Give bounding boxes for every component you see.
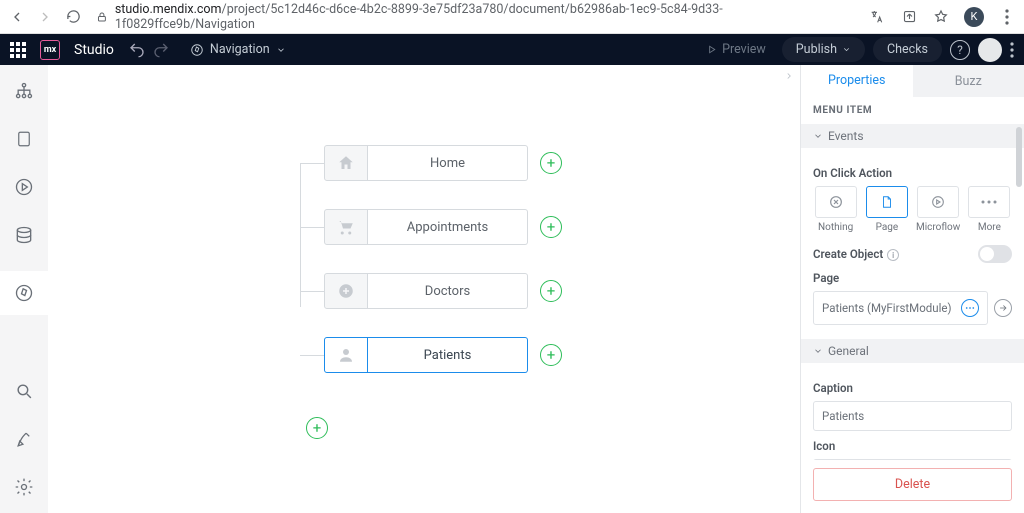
- action-microflow[interactable]: Microflow: [916, 186, 961, 233]
- collapse-panel-handle[interactable]: [784, 69, 798, 89]
- studio-label: Studio: [74, 42, 114, 58]
- breadcrumb[interactable]: Navigation: [190, 42, 286, 57]
- action-more[interactable]: More: [967, 186, 1012, 233]
- nav-item-home[interactable]: Home +: [324, 145, 562, 181]
- plus-circle-icon: [324, 273, 368, 309]
- chevron-down-icon: [842, 45, 851, 54]
- left-rail: [0, 65, 48, 513]
- help-button[interactable]: ?: [950, 40, 970, 60]
- page-selector[interactable]: Patients (MyFirstModule) ⋯: [813, 291, 988, 325]
- user-icon: [324, 337, 368, 373]
- rail-structure-icon[interactable]: [12, 79, 36, 103]
- add-child-button[interactable]: +: [540, 280, 562, 302]
- nav-item-doctors[interactable]: Doctors +: [324, 273, 562, 309]
- section-general[interactable]: General: [801, 339, 1024, 363]
- preview-button[interactable]: Preview: [698, 37, 774, 62]
- delete-button[interactable]: Delete: [813, 468, 1012, 501]
- browser-forward-button[interactable]: [36, 8, 54, 26]
- browser-menu-icon[interactable]: [998, 8, 1016, 26]
- rail-theme-icon[interactable]: [12, 427, 36, 451]
- rail-settings-icon[interactable]: [12, 475, 36, 499]
- add-child-button[interactable]: +: [540, 216, 562, 238]
- nav-item-appointments[interactable]: Appointments +: [324, 209, 562, 245]
- goto-page-button[interactable]: [994, 299, 1012, 317]
- rail-navigation-icon[interactable]: [0, 271, 48, 315]
- more-icon: [981, 200, 997, 204]
- caption-label: Caption: [813, 381, 1012, 395]
- info-icon[interactable]: i: [887, 249, 899, 261]
- browser-back-button[interactable]: [8, 8, 26, 26]
- home-icon: [324, 145, 368, 181]
- checks-button[interactable]: Checks: [873, 37, 942, 62]
- browser-profile-avatar[interactable]: K: [964, 7, 984, 27]
- add-child-button[interactable]: +: [540, 152, 562, 174]
- microflow-icon: [930, 194, 946, 210]
- nav-item-patients[interactable]: Patients +: [324, 337, 562, 373]
- browser-url-bar[interactable]: studio.mendix.com/project/5c12d46c-d6ce-…: [92, 2, 858, 32]
- icon-label: Icon: [813, 439, 1012, 453]
- tab-buzz[interactable]: Buzz: [913, 65, 1024, 97]
- chevron-down-icon: [813, 131, 823, 141]
- rail-page-icon[interactable]: [12, 127, 36, 151]
- user-avatar[interactable]: [978, 38, 1002, 62]
- create-object-label: Create Object: [813, 247, 883, 261]
- rail-search-icon[interactable]: [12, 379, 36, 403]
- lock-icon: [96, 11, 108, 23]
- panel-header: MENU ITEM: [801, 97, 1024, 124]
- action-nothing[interactable]: Nothing: [813, 186, 858, 233]
- app-launcher-icon[interactable]: [10, 42, 26, 58]
- app-menu-icon[interactable]: [1010, 42, 1014, 58]
- add-sibling-button[interactable]: +: [306, 417, 328, 439]
- on-click-label: On Click Action: [813, 166, 1012, 180]
- page-icon: [880, 193, 894, 211]
- bookmark-star-icon[interactable]: [932, 8, 950, 26]
- section-events[interactable]: Events: [801, 124, 1024, 148]
- redo-button[interactable]: [152, 41, 170, 59]
- page-label: Page: [813, 271, 1012, 285]
- action-page[interactable]: Page: [864, 186, 909, 233]
- translate-icon[interactable]: [868, 8, 886, 26]
- properties-panel: Properties Buzz MENU ITEM Events On Clic…: [800, 65, 1024, 513]
- chevron-down-icon: [813, 346, 823, 356]
- url-host: studio.mendix.com: [115, 2, 222, 17]
- browser-reload-button[interactable]: [64, 8, 82, 26]
- icon-selector[interactable]: User ⋯: [813, 459, 1012, 460]
- mendix-logo[interactable]: mx: [40, 40, 60, 60]
- cart-icon: [324, 209, 368, 245]
- publish-button[interactable]: Publish: [782, 37, 865, 62]
- compass-icon: [190, 43, 204, 57]
- tab-properties[interactable]: Properties: [801, 65, 913, 97]
- panel-scrollbar[interactable]: [1016, 127, 1022, 187]
- rail-domain-icon[interactable]: [12, 223, 36, 247]
- ellipsis-icon[interactable]: ⋯: [961, 299, 979, 317]
- chevron-down-icon: [276, 45, 286, 55]
- share-icon[interactable]: [900, 8, 918, 26]
- canvas[interactable]: Home + Appointments + Doctors + Patients…: [48, 65, 800, 513]
- play-icon: [706, 44, 717, 55]
- undo-button[interactable]: [128, 41, 146, 59]
- close-circle-icon: [828, 194, 844, 210]
- create-object-toggle[interactable]: [978, 245, 1012, 263]
- add-child-button[interactable]: +: [540, 344, 562, 366]
- caption-input[interactable]: Patients: [813, 401, 1012, 431]
- rail-microflow-icon[interactable]: [12, 175, 36, 199]
